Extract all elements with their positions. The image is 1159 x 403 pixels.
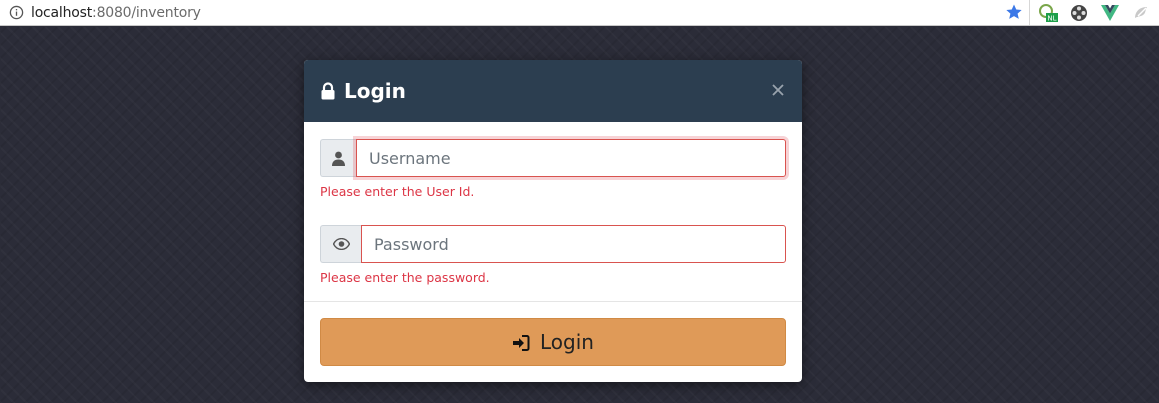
username-input[interactable] xyxy=(356,139,786,177)
film-reel-icon[interactable] xyxy=(1069,3,1089,23)
user-icon xyxy=(320,139,356,177)
lock-icon xyxy=(320,82,336,100)
url-path: :8080/inventory xyxy=(92,4,201,21)
bookmark-star-icon[interactable] xyxy=(1005,3,1023,21)
sign-in-icon xyxy=(512,333,530,351)
modal-title: Login xyxy=(344,79,406,103)
password-error: Please enter the password. xyxy=(320,270,490,285)
eye-icon[interactable] xyxy=(320,225,361,263)
modal-body: Please enter the User Id. Please enter t… xyxy=(304,122,802,302)
username-error: Please enter the User Id. xyxy=(320,184,475,199)
url-text[interactable]: localhost:8080/inventory xyxy=(31,5,201,21)
extension-icon[interactable] xyxy=(1131,3,1151,23)
close-button[interactable] xyxy=(770,82,786,98)
password-group xyxy=(320,224,786,264)
username-group xyxy=(320,138,786,178)
close-icon xyxy=(772,84,784,96)
nl-translate-icon[interactable]: NL xyxy=(1038,3,1058,23)
password-input[interactable] xyxy=(361,225,786,263)
login-button[interactable]: Login xyxy=(320,318,786,366)
omnibox[interactable]: localhost:8080/inventory xyxy=(0,0,1030,25)
vue-devtools-icon[interactable] xyxy=(1100,3,1120,23)
login-modal: Login Please enter the User Id. Please e… xyxy=(304,60,802,382)
modal-footer: Login xyxy=(304,301,802,382)
modal-header: Login xyxy=(304,60,802,122)
info-icon[interactable] xyxy=(8,4,25,21)
browser-address-bar: localhost:8080/inventory NL xyxy=(0,0,1159,26)
nl-badge-text: NL xyxy=(1047,15,1056,23)
url-host: localhost xyxy=(31,4,93,21)
login-button-label: Login xyxy=(540,330,594,354)
